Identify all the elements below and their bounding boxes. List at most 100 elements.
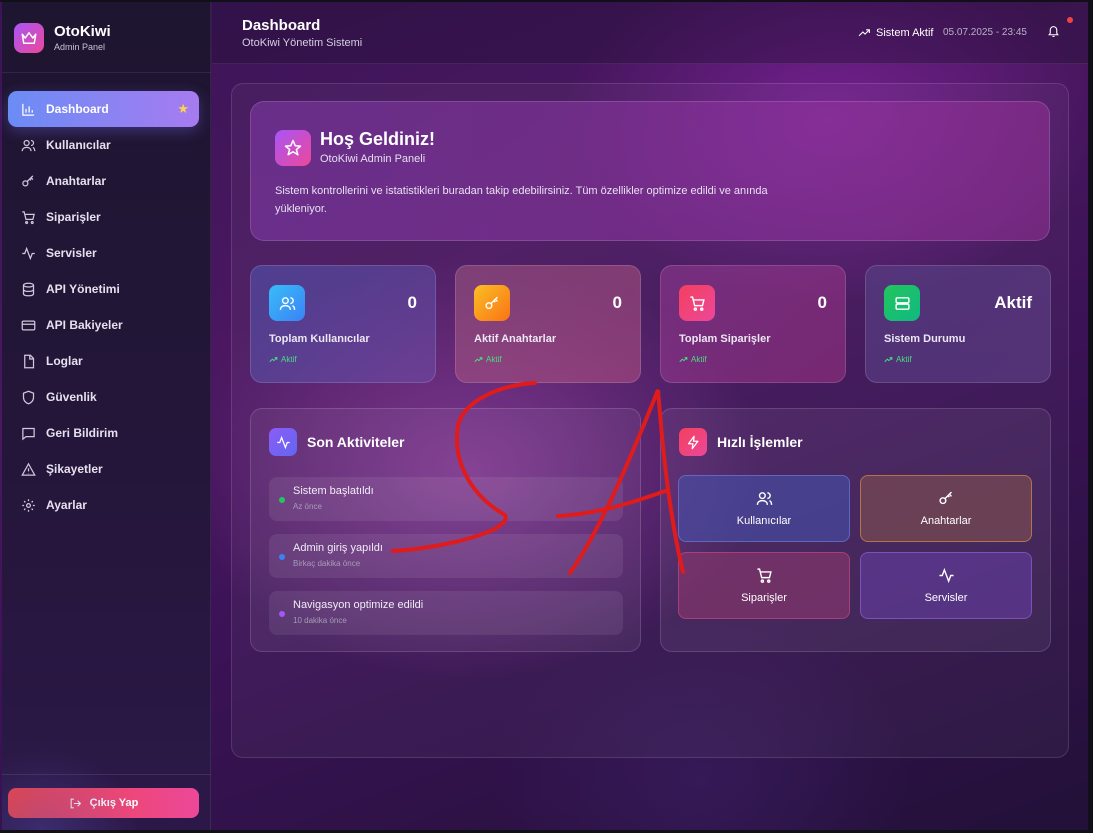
sidebar: OtoKiwi Admin Panel Dashboard ★ Kullanıc…	[2, 2, 211, 830]
sidebar-item-settings[interactable]: Ayarlar	[8, 487, 199, 523]
sidebar-item-label: Şikayetler	[46, 462, 103, 476]
datetime: 05.07.2025 - 23:45	[943, 27, 1027, 38]
sidebar-item-security[interactable]: Güvenlik	[8, 379, 199, 415]
page-subtitle: OtoKiwi Yönetim Sistemi	[242, 37, 363, 49]
quick-action-orders[interactable]: Siparişler	[678, 552, 850, 619]
lightning-icon	[679, 428, 707, 456]
sidebar-item-users[interactable]: Kullanıcılar	[8, 127, 199, 163]
stat-card-keys[interactable]: 0 Aktif Anahtarlar Aktif	[455, 265, 641, 383]
welcome-title: Hoş Geldiniz!	[320, 129, 436, 149]
activity-icon	[20, 245, 36, 261]
activity-item: Sistem başlatıldı Az önce	[269, 477, 623, 521]
stat-label: Toplam Kullanıcılar	[269, 333, 370, 345]
sidebar-item-label: Loglar	[46, 354, 83, 368]
sidebar-item-feedback[interactable]: Geri Bildirim	[8, 415, 199, 451]
sidebar-item-complaints[interactable]: Şikayetler	[8, 451, 199, 487]
database-icon	[20, 281, 36, 297]
sidebar-item-label: Kullanıcılar	[46, 138, 111, 152]
trending-up-icon	[679, 355, 688, 364]
sidebar-item-label: Anahtarlar	[46, 174, 107, 188]
trending-up-icon	[884, 355, 893, 364]
star-icon	[275, 130, 311, 166]
quick-action-services[interactable]: Servisler	[860, 552, 1032, 619]
status-dot	[279, 497, 285, 503]
sidebar-item-label: Geri Bildirim	[46, 426, 119, 440]
key-icon	[20, 173, 36, 189]
users-icon	[269, 285, 305, 321]
system-status: Sistem Aktif	[858, 26, 933, 39]
welcome-subtitle: OtoKiwi Admin Paneli	[320, 153, 426, 165]
sidebar-item-dashboard[interactable]: Dashboard ★	[8, 91, 199, 127]
activity-time: Birkaç dakika önce	[293, 559, 361, 568]
activity-title: Navigasyon optimize edildi	[293, 599, 424, 611]
logout-button[interactable]: Çıkış Yap	[8, 788, 199, 818]
card-title: Son Aktiviteler	[307, 434, 405, 450]
gear-icon	[20, 497, 36, 513]
welcome-text: Sistem kontrollerini ve istatistikleri b…	[275, 185, 768, 215]
cart-icon	[679, 285, 715, 321]
stat-value: 0	[612, 293, 622, 312]
trending-up-icon	[474, 355, 483, 364]
key-icon	[474, 285, 510, 321]
quick-action-label: Servisler	[924, 592, 968, 604]
sidebar-item-label: API Yönetimi	[46, 282, 120, 296]
server-icon	[884, 285, 920, 321]
sidebar-item-api-management[interactable]: API Yönetimi	[8, 271, 199, 307]
brand[interactable]: OtoKiwi Admin Panel	[14, 22, 111, 54]
sidebar-item-logs[interactable]: Loglar	[8, 343, 199, 379]
cart-icon	[20, 209, 36, 225]
stat-trend: Aktif	[269, 355, 297, 364]
sidebar-nav: Dashboard ★ Kullanıcılar Anahtarlar Sipa…	[8, 91, 199, 523]
stat-trend: Aktif	[884, 355, 912, 364]
window-frame	[1088, 0, 1093, 833]
quick-action-label: Siparişler	[741, 592, 787, 604]
stat-trend-label: Aktif	[896, 355, 912, 364]
status-dot	[279, 554, 285, 560]
file-icon	[20, 353, 36, 369]
quick-action-keys[interactable]: Anahtarlar	[860, 475, 1032, 542]
window-frame	[0, 0, 1093, 2]
bar-chart-icon	[20, 101, 36, 117]
sidebar-item-orders[interactable]: Siparişler	[8, 199, 199, 235]
activity-icon	[938, 567, 955, 584]
quick-action-users[interactable]: Kullanıcılar	[678, 475, 850, 542]
stat-card-orders[interactable]: 0 Toplam Siparişler Aktif	[660, 265, 846, 383]
bell-icon[interactable]	[1047, 25, 1060, 38]
activity-time: 10 dakika önce	[293, 616, 347, 625]
stat-value: 0	[817, 293, 827, 312]
sidebar-item-api-balances[interactable]: API Bakiyeler	[8, 307, 199, 343]
sidebar-item-keys[interactable]: Anahtarlar	[8, 163, 199, 199]
stat-card-users[interactable]: 0 Toplam Kullanıcılar Aktif	[250, 265, 436, 383]
sidebar-item-label: Siparişler	[46, 210, 101, 224]
sidebar-item-label: Dashboard	[46, 102, 109, 116]
sidebar-item-services[interactable]: Servisler	[8, 235, 199, 271]
logout-label: Çıkış Yap	[89, 797, 139, 809]
activity-item: Admin giriş yapıldı Birkaç dakika önce	[269, 534, 623, 578]
users-icon	[756, 490, 773, 507]
message-icon	[20, 425, 36, 441]
stat-trend-label: Aktif	[691, 355, 707, 364]
stat-card-system-status[interactable]: Aktif Sistem Durumu Aktif	[865, 265, 1051, 383]
credit-card-icon	[20, 317, 36, 333]
sidebar-item-label: Güvenlik	[46, 390, 97, 404]
cart-icon	[756, 567, 773, 584]
stat-value: Aktif	[994, 293, 1032, 312]
stat-label: Toplam Siparişler	[679, 333, 771, 345]
top-header: Dashboard OtoKiwi Yönetim Sistemi Sistem…	[212, 2, 1088, 64]
stat-label: Sistem Durumu	[884, 333, 966, 345]
recent-activities-card: Son Aktiviteler Sistem başlatıldı Az önc…	[250, 408, 641, 652]
star-icon: ★	[177, 101, 189, 116]
users-icon	[20, 137, 36, 153]
sidebar-item-label: Servisler	[46, 246, 97, 260]
alert-triangle-icon	[20, 461, 36, 477]
activity-item: Navigasyon optimize edildi 10 dakika önc…	[269, 591, 623, 635]
app-background: OtoKiwi Admin Panel Dashboard ★ Kullanıc…	[0, 0, 1093, 833]
stat-trend: Aktif	[474, 355, 502, 364]
stat-trend-label: Aktif	[281, 355, 297, 364]
trending-up-icon	[858, 26, 871, 39]
stat-trend: Aktif	[679, 355, 707, 364]
key-icon	[938, 490, 955, 507]
status-dot	[279, 611, 285, 617]
activity-time: Az önce	[293, 502, 322, 511]
divider	[2, 774, 211, 775]
